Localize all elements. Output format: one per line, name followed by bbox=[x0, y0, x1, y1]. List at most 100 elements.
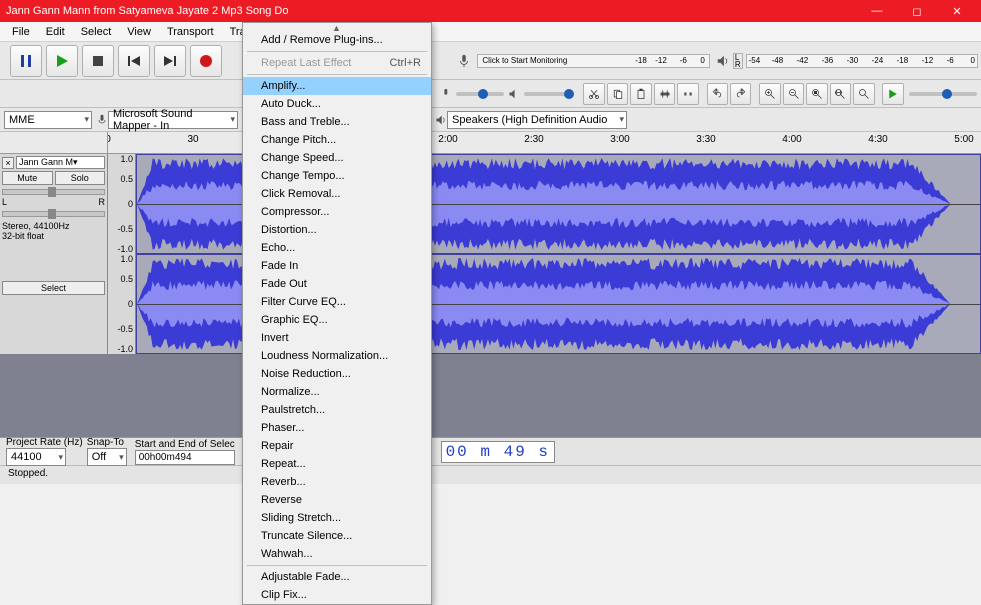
menu-truncate-silence[interactable]: Truncate Silence... bbox=[243, 527, 431, 545]
skip-start-button[interactable] bbox=[118, 45, 150, 77]
track-row: × Jann Gann M▾ Mute Solo LR Stereo, 4410… bbox=[0, 154, 981, 354]
zoom-out-button[interactable] bbox=[783, 83, 804, 105]
menu-repair[interactable]: Repair bbox=[243, 437, 431, 455]
menu-clip-fix[interactable]: Clip Fix... bbox=[243, 586, 431, 604]
recording-meter[interactable]: Click to Start Monitoring -18 -12 -6 0 bbox=[477, 54, 709, 68]
window-title: Jann Gann Mann from Satyameva Jayate 2 M… bbox=[4, 5, 857, 17]
menu-view[interactable]: View bbox=[119, 24, 159, 40]
mic-device-icon bbox=[96, 114, 108, 126]
edit-toolbar bbox=[0, 80, 981, 108]
menu-bass-treble[interactable]: Bass and Treble... bbox=[243, 113, 431, 131]
menu-repeat-last-effect: Repeat Last EffectCtrl+R bbox=[243, 54, 431, 72]
menu-noise-reduction[interactable]: Noise Reduction... bbox=[243, 365, 431, 383]
play-speed-slider[interactable] bbox=[909, 92, 977, 96]
playback-volume-slider[interactable] bbox=[524, 92, 573, 96]
menu-filter-curve-eq[interactable]: Filter Curve EQ... bbox=[243, 293, 431, 311]
speaker-device-icon bbox=[435, 114, 447, 126]
selection-label: Start and End of Selec bbox=[135, 439, 235, 450]
device-toolbar: MME Microsoft Sound Mapper - In Speakers… bbox=[0, 108, 981, 132]
silence-button[interactable] bbox=[677, 83, 698, 105]
microphone-icon bbox=[457, 54, 471, 68]
paste-button[interactable] bbox=[630, 83, 651, 105]
zoom-toggle-button[interactable] bbox=[853, 83, 874, 105]
close-button[interactable]: ✕ bbox=[937, 0, 977, 22]
menu-distortion[interactable]: Distortion... bbox=[243, 221, 431, 239]
menu-file[interactable]: File bbox=[4, 24, 38, 40]
menu-click-removal[interactable]: Click Removal... bbox=[243, 185, 431, 203]
recording-device-combo[interactable]: Microsoft Sound Mapper - In bbox=[108, 111, 238, 129]
menu-sliding-stretch[interactable]: Sliding Stretch... bbox=[243, 509, 431, 527]
window-titlebar: Jann Gann Mann from Satyameva Jayate 2 M… bbox=[0, 0, 981, 22]
pan-slider[interactable] bbox=[2, 211, 105, 217]
menubar: File Edit Select View Transport Tracks G… bbox=[0, 22, 981, 42]
track-select-button[interactable]: Select bbox=[2, 281, 105, 295]
menu-loudness-normalization[interactable]: Loudness Normalization... bbox=[243, 347, 431, 365]
zoom-in-button[interactable] bbox=[759, 83, 780, 105]
menu-phaser[interactable]: Phaser... bbox=[243, 419, 431, 437]
snap-to-label: Snap-To bbox=[87, 437, 131, 448]
pause-button[interactable] bbox=[10, 45, 42, 77]
speaker-icon bbox=[716, 54, 730, 68]
maximize-button[interactable]: ◻ bbox=[897, 0, 937, 22]
menu-add-remove-plugins[interactable]: Add / Remove Plug-ins... bbox=[243, 31, 431, 49]
play-at-speed-button[interactable] bbox=[882, 83, 903, 105]
vertical-scale: 1.00.50-0.5-1.01.00.50-0.5-1.0 bbox=[108, 154, 136, 354]
playback-device-combo[interactable]: Speakers (High Definition Audio bbox=[447, 111, 627, 129]
timeline-ruler[interactable]: 0301:001:302:002:303:003:304:004:305:00 bbox=[0, 132, 981, 154]
gain-slider[interactable] bbox=[2, 189, 105, 195]
track-name-dropdown[interactable]: Jann Gann M▾ bbox=[16, 156, 105, 169]
io-labels: LR bbox=[733, 53, 743, 69]
menu-fade-out[interactable]: Fade Out bbox=[243, 275, 431, 293]
recording-volume-slider[interactable] bbox=[456, 92, 505, 96]
menu-amplify[interactable]: Amplify... bbox=[243, 77, 431, 95]
project-rate-label: Project Rate (Hz) bbox=[6, 437, 83, 448]
microphone-small-icon bbox=[440, 88, 452, 100]
menu-graphic-eq[interactable]: Graphic EQ... bbox=[243, 311, 431, 329]
menu-wahwah[interactable]: Wahwah... bbox=[243, 545, 431, 563]
menu-normalize[interactable]: Normalize... bbox=[243, 383, 431, 401]
menu-change-tempo[interactable]: Change Tempo... bbox=[243, 167, 431, 185]
selection-start-field[interactable]: 00h00m494 bbox=[135, 450, 235, 465]
menu-paulstretch[interactable]: Paulstretch... bbox=[243, 401, 431, 419]
solo-button[interactable]: Solo bbox=[55, 171, 106, 185]
menu-change-pitch[interactable]: Change Pitch... bbox=[243, 131, 431, 149]
menu-auto-duck[interactable]: Auto Duck... bbox=[243, 95, 431, 113]
undo-button[interactable] bbox=[707, 83, 728, 105]
audio-position-display[interactable]: 00 m 49 s bbox=[441, 441, 555, 463]
bottom-bar: Project Rate (Hz) 44100 Snap-To Off Star… bbox=[0, 437, 981, 484]
menu-edit[interactable]: Edit bbox=[38, 24, 73, 40]
track-format: Stereo, 44100Hz32-bit float bbox=[2, 221, 105, 241]
menu-repeat[interactable]: Repeat... bbox=[243, 455, 431, 473]
stop-button[interactable] bbox=[82, 45, 114, 77]
toolbar: Click to Start Monitoring -18 -12 -6 0 L… bbox=[0, 42, 981, 80]
menu-fade-in[interactable]: Fade In bbox=[243, 257, 431, 275]
audio-host-combo[interactable]: MME bbox=[4, 111, 92, 129]
menu-change-speed[interactable]: Change Speed... bbox=[243, 149, 431, 167]
menu-compressor[interactable]: Compressor... bbox=[243, 203, 431, 221]
play-button[interactable] bbox=[46, 45, 78, 77]
copy-button[interactable] bbox=[607, 83, 628, 105]
record-button[interactable] bbox=[190, 45, 222, 77]
fit-project-button[interactable] bbox=[830, 83, 851, 105]
snap-to-combo[interactable]: Off bbox=[87, 448, 127, 466]
redo-button[interactable] bbox=[730, 83, 751, 105]
menu-reverse[interactable]: Reverse bbox=[243, 491, 431, 509]
mute-button[interactable]: Mute bbox=[2, 171, 53, 185]
trim-button[interactable] bbox=[654, 83, 675, 105]
speaker-small-icon bbox=[508, 88, 520, 100]
status-bar: Stopped. bbox=[0, 466, 981, 484]
fit-selection-button[interactable] bbox=[806, 83, 827, 105]
playback-meter[interactable]: -54 -48 -42 -36 -30 -24 -18 -12 -6 0 bbox=[746, 54, 978, 68]
track-close-button[interactable]: × bbox=[2, 157, 14, 169]
skip-end-button[interactable] bbox=[154, 45, 186, 77]
cut-button[interactable] bbox=[583, 83, 604, 105]
menu-select[interactable]: Select bbox=[73, 24, 120, 40]
menu-echo[interactable]: Echo... bbox=[243, 239, 431, 257]
menu-reverb[interactable]: Reverb... bbox=[243, 473, 431, 491]
track-control-panel: × Jann Gann M▾ Mute Solo LR Stereo, 4410… bbox=[0, 154, 108, 354]
menu-invert[interactable]: Invert bbox=[243, 329, 431, 347]
menu-adjustable-fade[interactable]: Adjustable Fade... bbox=[243, 568, 431, 586]
minimize-button[interactable]: — bbox=[857, 0, 897, 22]
project-rate-combo[interactable]: 44100 bbox=[6, 448, 66, 466]
menu-transport[interactable]: Transport bbox=[159, 24, 222, 40]
